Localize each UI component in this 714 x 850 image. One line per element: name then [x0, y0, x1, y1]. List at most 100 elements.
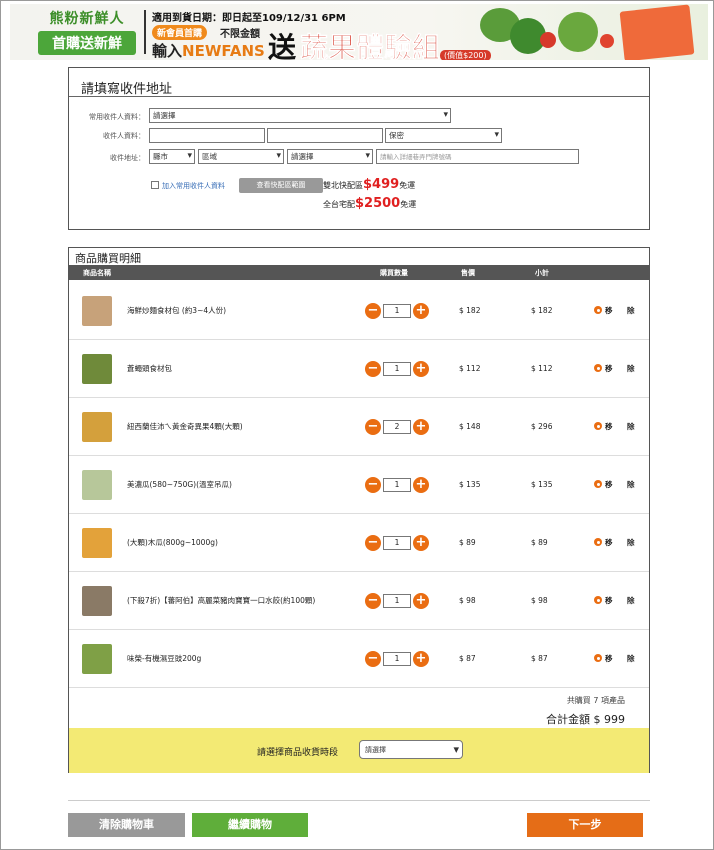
plus-icon[interactable]: +	[413, 593, 429, 609]
unit-price: $ 87	[459, 654, 476, 663]
product-name[interactable]: 味榮-有機濕豆豉200g	[127, 653, 201, 664]
banner-divider	[144, 10, 146, 54]
quantity-input[interactable]: 1	[383, 304, 411, 318]
remove-icon[interactable]	[594, 306, 602, 314]
remove-icon[interactable]	[594, 596, 602, 604]
save-recipient-label[interactable]: 加入常用收件人資料	[162, 181, 225, 191]
ship1-amount: $499	[363, 177, 400, 192]
product-name[interactable]: 紐西蘭佳沛ㄟ黃金奇異果4顆(大顆)	[127, 421, 243, 432]
remove-button-label-1[interactable]: 移	[605, 305, 613, 316]
product-thumbnail[interactable]	[82, 470, 112, 500]
remove-icon[interactable]	[594, 364, 602, 372]
remove-button-label-1[interactable]: 移	[605, 653, 613, 664]
remove-button-label-1[interactable]: 移	[605, 595, 613, 606]
product-thumbnail[interactable]	[82, 354, 112, 384]
quantity-input[interactable]: 1	[383, 362, 411, 376]
banner-new-member-badge: 新會員首購	[152, 25, 208, 40]
table-row: 海鮮炒麵食材包 (約3~4人份) −1 + $ 182 $ 182 移 除	[69, 282, 649, 340]
banner-brand-line1: 熊粉新鮮人	[49, 11, 125, 27]
product-thumbnail[interactable]	[82, 296, 112, 326]
view-zone-button[interactable]: 查看快配區範圍	[239, 178, 323, 193]
remove-button-label-1[interactable]: 移	[605, 421, 613, 432]
header-price: 售價	[461, 269, 475, 277]
quantity-stepper: −1 +	[365, 651, 429, 667]
minus-icon[interactable]: −	[365, 651, 381, 667]
remove-button-label-2[interactable]: 除	[627, 421, 635, 432]
plus-icon[interactable]: +	[413, 477, 429, 493]
product-name[interactable]: (大顆)木瓜(800g~1000g)	[127, 537, 218, 548]
product-name[interactable]: (下殺7折)【蕃阿伯】高麗菜豬肉寶寶一口水餃(約100顆)	[127, 595, 315, 606]
quantity-stepper: −1 +	[365, 593, 429, 609]
item-subtotal: $ 98	[531, 596, 548, 605]
table-row: (下殺7折)【蕃阿伯】高麗菜豬肉寶寶一口水餃(約100顆) −1 + $ 98 $ 98…	[69, 572, 649, 630]
product-name[interactable]: 海鮮炒麵食材包 (約3~4人份)	[127, 305, 226, 316]
remove-icon[interactable]	[594, 538, 602, 546]
plus-icon[interactable]: +	[413, 535, 429, 551]
plus-icon[interactable]: +	[413, 651, 429, 667]
road-select[interactable]: 請選擇	[287, 149, 373, 164]
common-recipient-select[interactable]: 請選擇	[149, 108, 451, 123]
quantity-stepper: −1 +	[365, 303, 429, 319]
quantity-stepper: −1 +	[365, 477, 429, 493]
plus-icon[interactable]: +	[413, 303, 429, 319]
remove-button-label-2[interactable]: 除	[627, 653, 635, 664]
delivery-time-bar: 請選擇商品收貨時段 請選擇	[69, 728, 649, 773]
district-select[interactable]: 區域	[198, 149, 284, 164]
item-subtotal: $ 87	[531, 654, 548, 663]
quantity-input[interactable]: 1	[383, 594, 411, 608]
quantity-input[interactable]: 2	[383, 420, 411, 434]
save-recipient-checkbox[interactable]	[151, 181, 159, 189]
banner-date: 適用到貨日期：即日起至109/12/31 6PM	[152, 13, 346, 24]
recipient-name-input[interactable]	[149, 128, 265, 143]
item-count: 共購買 7 項產品	[566, 696, 625, 705]
remove-button-label-2[interactable]: 除	[627, 537, 635, 548]
item-subtotal: $ 182	[531, 306, 553, 315]
remove-button-label-1[interactable]: 移	[605, 537, 613, 548]
product-thumbnail[interactable]	[82, 586, 112, 616]
clear-cart-button[interactable]: 清除購物車	[68, 813, 185, 837]
remove-icon[interactable]	[594, 480, 602, 488]
minus-icon[interactable]: −	[365, 535, 381, 551]
quantity-input[interactable]: 1	[383, 478, 411, 492]
header-subtotal: 小計	[535, 269, 549, 277]
remove-icon[interactable]	[594, 422, 602, 430]
banner-brand-line2: 首購送新鮮	[38, 31, 136, 55]
quantity-stepper: −1 +	[365, 361, 429, 377]
remove-button-label-1[interactable]: 移	[605, 479, 613, 490]
unit-price: $ 112	[459, 364, 481, 373]
remove-button-label-2[interactable]: 除	[627, 305, 635, 316]
unit-price: $ 89	[459, 538, 476, 547]
minus-icon[interactable]: −	[365, 477, 381, 493]
remove-button-label-2[interactable]: 除	[627, 479, 635, 490]
banner-code-line: 輸入NEWFANS	[152, 40, 265, 60]
continue-shopping-button[interactable]: 繼續購物	[192, 813, 308, 837]
quantity-input[interactable]: 1	[383, 652, 411, 666]
delivery-time-select[interactable]: 請選擇	[359, 740, 463, 759]
remove-button-label-2[interactable]: 除	[627, 363, 635, 374]
product-thumbnail[interactable]	[82, 528, 112, 558]
plus-icon[interactable]: +	[413, 419, 429, 435]
plus-icon[interactable]: +	[413, 361, 429, 377]
recipient-gender-select[interactable]: 保密	[385, 128, 502, 143]
remove-button-label-1[interactable]: 移	[605, 363, 613, 374]
minus-icon[interactable]: −	[365, 593, 381, 609]
minus-icon[interactable]: −	[365, 419, 381, 435]
product-thumbnail[interactable]	[82, 412, 112, 442]
address-detail-input[interactable]: 請輸入詳細巷弄門牌號碼	[376, 149, 579, 164]
delivery-time-label: 請選擇商品收貨時段	[257, 748, 339, 758]
product-name[interactable]: 蒼蠅頭食材包	[127, 363, 172, 374]
item-subtotal: $ 112	[531, 364, 553, 373]
table-row: (大顆)木瓜(800g~1000g) −1 + $ 89 $ 89 移 除	[69, 514, 649, 572]
recipient-phone-input[interactable]	[267, 128, 383, 143]
banner-brand: 熊粉新鮮人 首購送新鮮	[38, 8, 136, 55]
remove-icon[interactable]	[594, 654, 602, 662]
minus-icon[interactable]: −	[365, 303, 381, 319]
county-select[interactable]: 縣市	[149, 149, 195, 164]
product-thumbnail[interactable]	[82, 644, 112, 674]
quantity-input[interactable]: 1	[383, 536, 411, 550]
product-name[interactable]: 美濃瓜(580~750G)(溫室吊瓜)	[127, 479, 232, 490]
promo-banner[interactable]: 熊粉新鮮人 首購送新鮮 適用到貨日期：即日起至109/12/31 6PM 新會員…	[10, 4, 708, 60]
minus-icon[interactable]: −	[365, 361, 381, 377]
remove-button-label-2[interactable]: 除	[627, 595, 635, 606]
next-step-button[interactable]: 下一步	[527, 813, 643, 837]
